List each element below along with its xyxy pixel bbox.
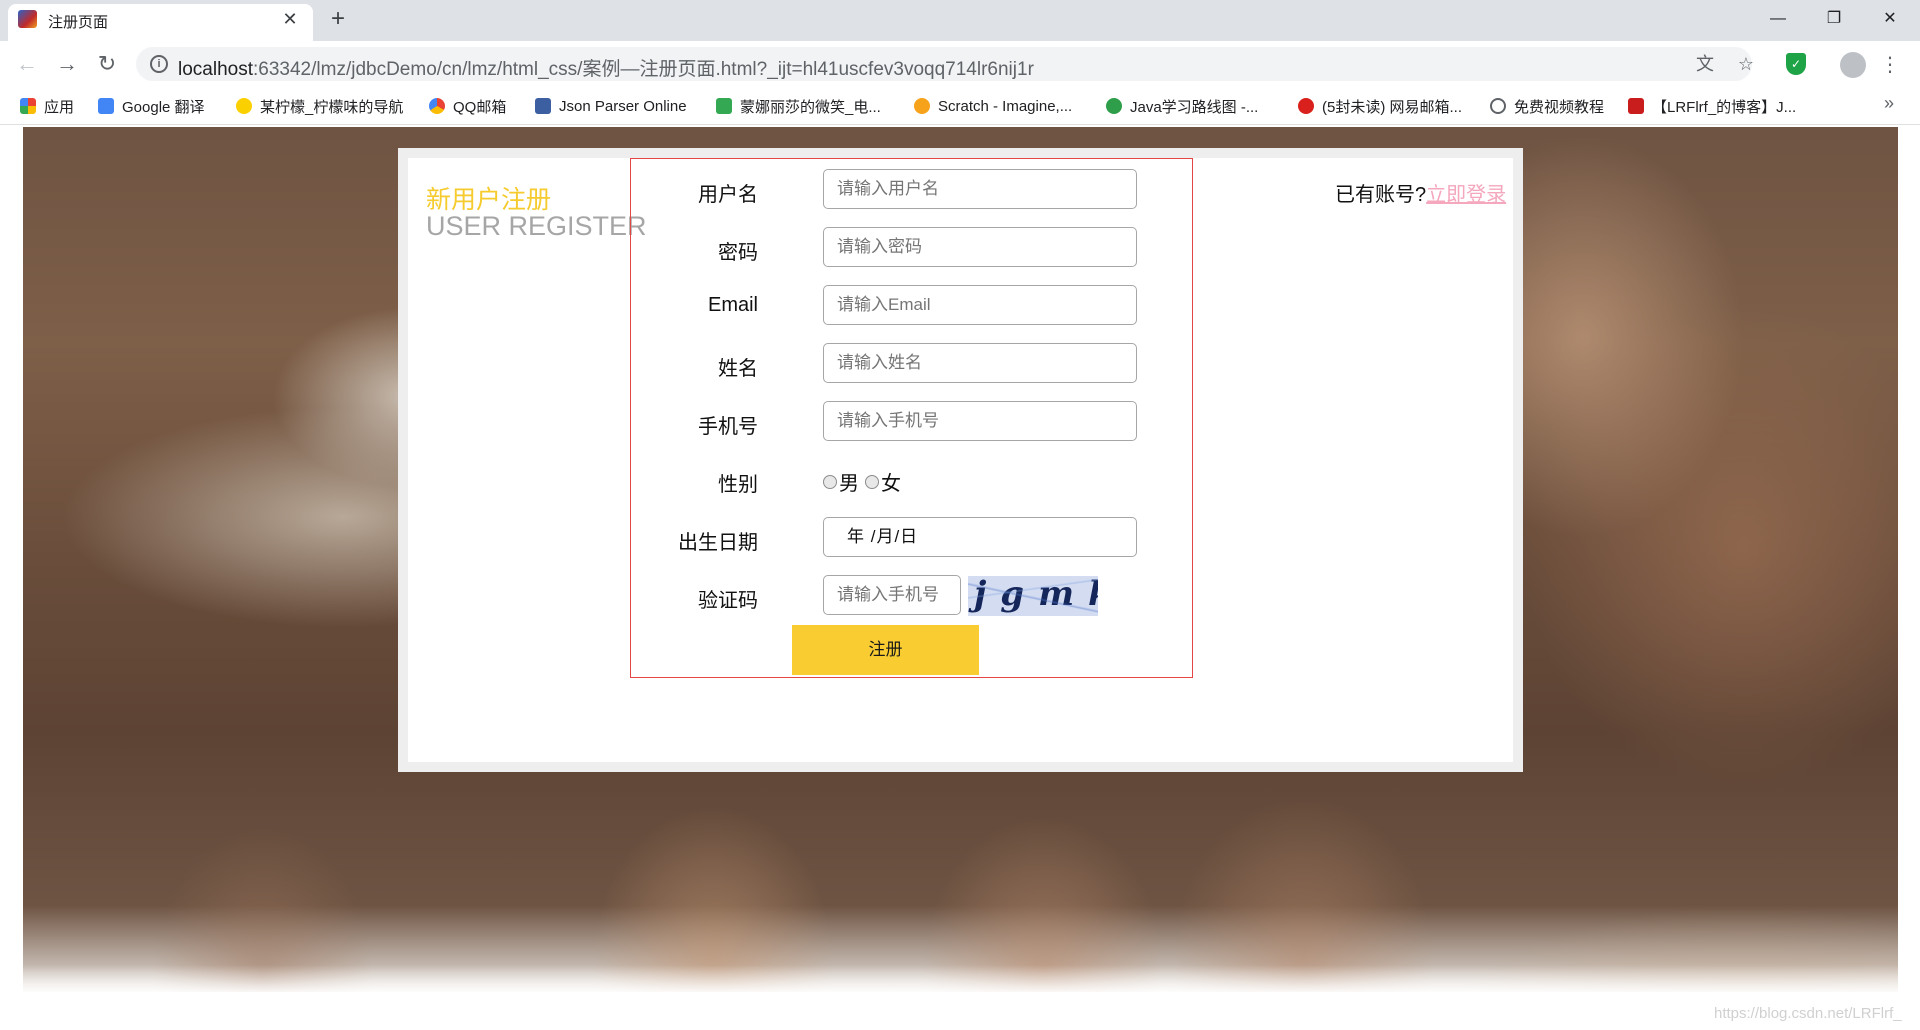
watermark: https://blog.csdn.net/LRFlrf_	[1714, 1005, 1902, 1022]
name-input[interactable]: 请输入姓名	[823, 343, 1137, 383]
login-prompt: 已有账号?	[1335, 184, 1427, 206]
captcha-noise	[968, 576, 1098, 616]
bookmark-lemon-nav[interactable]: 某柠檬_柠檬味的导航	[236, 96, 403, 116]
captcha-label: 验证码	[698, 590, 758, 612]
email-input[interactable]: 请输入Email	[823, 285, 1137, 325]
bookmark-qq-mail[interactable]: QQ邮箱	[429, 96, 506, 116]
gender-male-label: 男	[839, 473, 859, 495]
tab-close-icon[interactable]: ✕	[278, 7, 302, 31]
tab-title: 注册页面	[48, 14, 109, 31]
gender-female-label: 女	[881, 473, 901, 495]
bookmark-csdn-blog[interactable]: 【LRFlrf_的博客】J...	[1628, 96, 1796, 116]
bookmark-netease-mail[interactable]: (5封未读) 网易邮箱...	[1298, 96, 1462, 116]
gender-male-radio[interactable]	[823, 474, 837, 489]
bookmark-free-videos[interactable]: 免费视频教程	[1490, 96, 1604, 116]
bookmark-apps[interactable]: 应用	[20, 96, 74, 116]
bookmark-java-roadmap[interactable]: Java学习路线图 -...	[1106, 96, 1258, 116]
translate-icon[interactable]: 文	[1693, 52, 1717, 76]
reload-icon[interactable]: ↻	[92, 49, 122, 79]
captcha-image[interactable]: jgmkj	[968, 576, 1098, 616]
url-text[interactable]: localhost:63342/lmz/jdbcDemo/cn/lmz/html…	[178, 54, 1034, 81]
apps-grid-icon	[20, 98, 36, 114]
netease-mail-icon	[1298, 98, 1314, 114]
url-path: :63342/lmz/jdbcDemo/cn/lmz/html_css/案例—注…	[253, 59, 1034, 80]
background-fade	[23, 965, 1898, 995]
birthday-date-value: 年 /月/日	[847, 527, 919, 546]
birthday-label: 出生日期	[678, 532, 758, 554]
username-input[interactable]: 请输入用户名	[823, 169, 1137, 209]
bookmark-json-parser[interactable]: Json Parser Online	[535, 96, 687, 116]
qq-mail-icon	[429, 98, 445, 114]
login-hint: 已有账号?立即登录	[1335, 178, 1506, 207]
close-window-button[interactable]: ✕	[1862, 0, 1918, 38]
scratch-icon	[914, 98, 930, 114]
csdn-icon	[1628, 98, 1644, 114]
email-label: Email	[707, 294, 758, 316]
json-icon	[535, 98, 551, 114]
gender-radio-group: 男 女	[823, 467, 901, 496]
register-submit-button[interactable]: 注册	[792, 625, 979, 675]
video-icon	[1490, 98, 1506, 114]
gender-female-radio[interactable]	[865, 474, 879, 489]
lemon-icon	[236, 98, 252, 114]
play-icon	[716, 98, 732, 114]
profile-avatar-icon[interactable]	[1840, 52, 1866, 78]
gender-label: 性别	[718, 474, 758, 496]
url-host: localhost	[178, 59, 253, 80]
password-input[interactable]: 请输入密码	[823, 227, 1137, 267]
birthday-date-input[interactable]: 年 /月/日	[823, 517, 1137, 557]
bookmark-mona-lisa[interactable]: 蒙娜丽莎的微笑_电...	[716, 96, 881, 116]
captcha-input[interactable]: 请输入手机号	[823, 575, 961, 615]
password-label: 密码	[718, 242, 758, 264]
new-tab-button[interactable]: +	[324, 6, 352, 34]
login-link[interactable]: 立即登录	[1426, 184, 1506, 206]
tab-favicon-icon	[18, 10, 37, 28]
username-label: 用户名	[698, 184, 758, 206]
title-english: USER REGISTER	[426, 211, 647, 241]
back-arrow-icon[interactable]: ←	[12, 49, 42, 79]
phone-label: 手机号	[698, 416, 758, 438]
phone-input[interactable]: 请输入手机号	[823, 401, 1137, 441]
bookmark-scratch[interactable]: Scratch - Imagine,...	[914, 96, 1072, 116]
bookmark-google-translate[interactable]: Google 翻译	[98, 96, 205, 116]
extension-shield-icon[interactable]: ✓	[1786, 53, 1806, 75]
google-translate-icon	[98, 98, 114, 114]
browser-menu-icon[interactable]: ⋮	[1880, 50, 1900, 80]
bookmark-star-icon[interactable]: ☆	[1734, 52, 1758, 76]
minimize-button[interactable]: —	[1750, 0, 1806, 38]
name-label: 姓名	[718, 358, 758, 380]
site-info-icon[interactable]: i	[150, 55, 168, 73]
forward-arrow-icon[interactable]: →	[52, 49, 82, 79]
java-icon	[1106, 98, 1122, 114]
restore-button[interactable]: ❐	[1806, 0, 1862, 38]
bookmarks-overflow-icon[interactable]: »	[1884, 93, 1894, 114]
